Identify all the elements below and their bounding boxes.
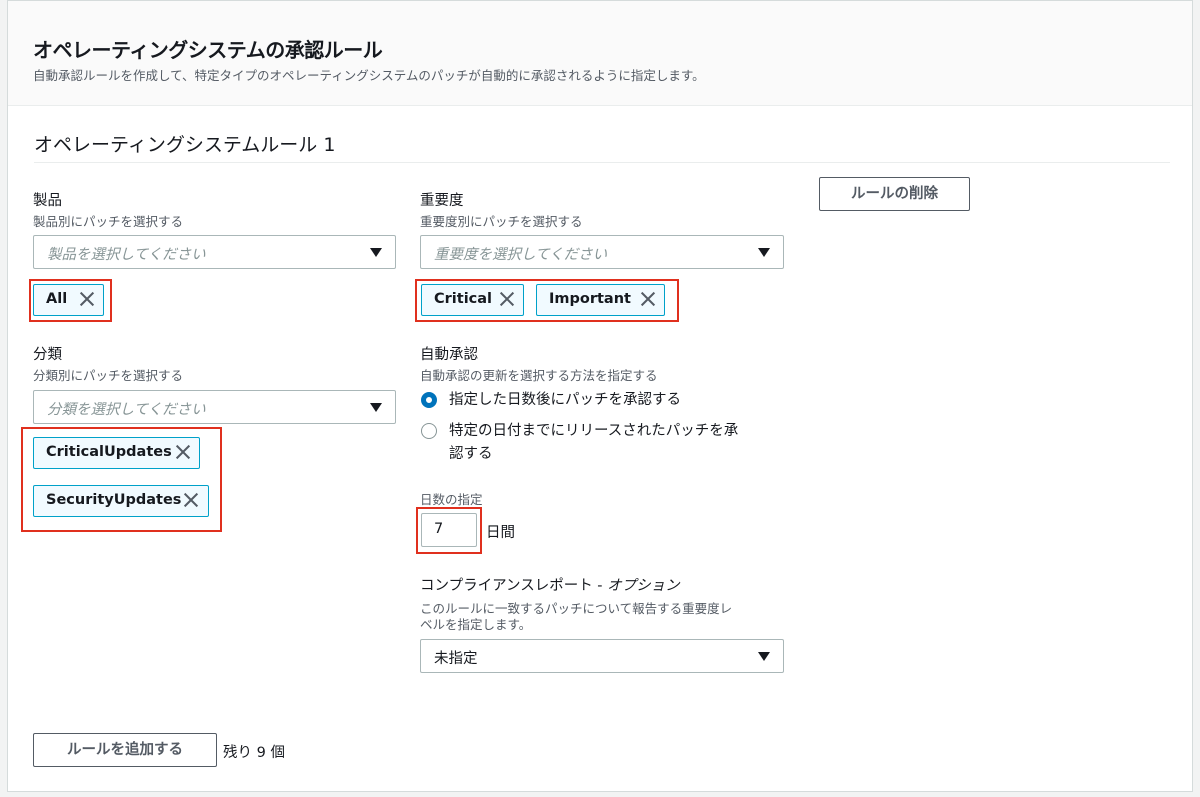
severity-placeholder: 重要度を選択してください xyxy=(434,247,608,263)
compliance-select[interactable]: 未指定 xyxy=(420,639,784,673)
token-classification-security-updates: SecurityUpdates xyxy=(33,485,209,517)
radio-selected-icon[interactable] xyxy=(421,392,437,408)
days-unit: 日間 xyxy=(486,525,515,541)
caret-down-icon xyxy=(758,248,770,257)
radio-unselected-icon[interactable] xyxy=(421,423,437,439)
days-value: 7 xyxy=(434,521,444,537)
token-label: Important xyxy=(549,291,631,307)
compliance-label: コンプライアンスレポート - オプション xyxy=(420,574,680,595)
product-sublabel: 製品別にパッチを選択する xyxy=(33,214,184,229)
token-label: CriticalUpdates xyxy=(46,444,172,460)
token-classification-critical-updates: CriticalUpdates xyxy=(33,437,200,469)
classification-placeholder: 分類を選択してください xyxy=(47,402,206,418)
product-label: 製品 xyxy=(33,193,62,209)
product-select[interactable]: 製品を選択してください xyxy=(33,235,396,269)
close-icon[interactable] xyxy=(639,290,657,308)
radio-option-days-label: 指定した日数後にパッチを承認する xyxy=(449,392,681,408)
close-icon[interactable] xyxy=(78,290,96,308)
token-severity-critical: Critical xyxy=(421,284,524,316)
severity-select[interactable]: 重要度を選択してください xyxy=(420,235,784,269)
auto-approval-sublabel: 自動承認の更新を選択する方法を指定する xyxy=(420,368,658,383)
approval-rules-panel: オペレーティングシステムの承認ルール 自動承認ルールを作成して、特定タイプのオペ… xyxy=(7,0,1193,792)
remaining-count: 残り 9 個 xyxy=(223,745,285,761)
radio-option-date-label-line2: 認する xyxy=(449,446,493,462)
classification-sublabel: 分類別にパッチを選択する xyxy=(33,368,184,383)
close-icon[interactable] xyxy=(498,290,516,308)
radio-option-date-label-line1: 特定の日付までにリリースされたパッチを承 xyxy=(449,423,739,439)
severity-label: 重要度 xyxy=(420,193,464,209)
compliance-selected: 未指定 xyxy=(434,651,478,667)
classification-select[interactable]: 分類を選択してください xyxy=(33,390,396,424)
token-product-all: All xyxy=(33,284,104,316)
delete-rule-button[interactable]: ルールの削除 xyxy=(819,177,970,211)
auto-approval-label: 自動承認 xyxy=(420,347,478,363)
rule-divider xyxy=(34,162,1170,163)
caret-down-icon xyxy=(758,652,770,661)
rule-title: オペレーティングシステムルール 1 xyxy=(34,134,336,156)
close-icon[interactable] xyxy=(174,443,192,461)
page-title: オペレーティングシステムの承認ルール xyxy=(33,38,383,62)
compliance-sublabel-line2: ベルを指定します。 xyxy=(420,617,532,632)
compliance-label-text: コンプライアンスレポート - xyxy=(420,578,608,594)
add-rule-button[interactable]: ルールを追加する xyxy=(33,733,217,767)
days-input[interactable]: 7 xyxy=(421,513,477,547)
token-label: SecurityUpdates xyxy=(46,492,182,508)
token-label: Critical xyxy=(434,291,493,307)
close-icon[interactable] xyxy=(182,491,200,509)
days-label: 日数の指定 xyxy=(420,492,483,507)
token-severity-important: Important xyxy=(536,284,665,316)
product-placeholder: 製品を選択してください xyxy=(47,247,206,263)
caret-down-icon xyxy=(370,403,382,412)
caret-down-icon xyxy=(370,248,382,257)
classification-label: 分類 xyxy=(33,347,62,363)
token-label: All xyxy=(46,291,68,307)
panel-header: オペレーティングシステムの承認ルール 自動承認ルールを作成して、特定タイプのオペ… xyxy=(8,1,1192,106)
page-description: 自動承認ルールを作成して、特定タイプのオペレーティングシステムのパッチが自動的に… xyxy=(33,68,705,83)
compliance-label-optional: オプション xyxy=(607,578,680,594)
severity-sublabel: 重要度別にパッチを選択する xyxy=(420,214,583,229)
